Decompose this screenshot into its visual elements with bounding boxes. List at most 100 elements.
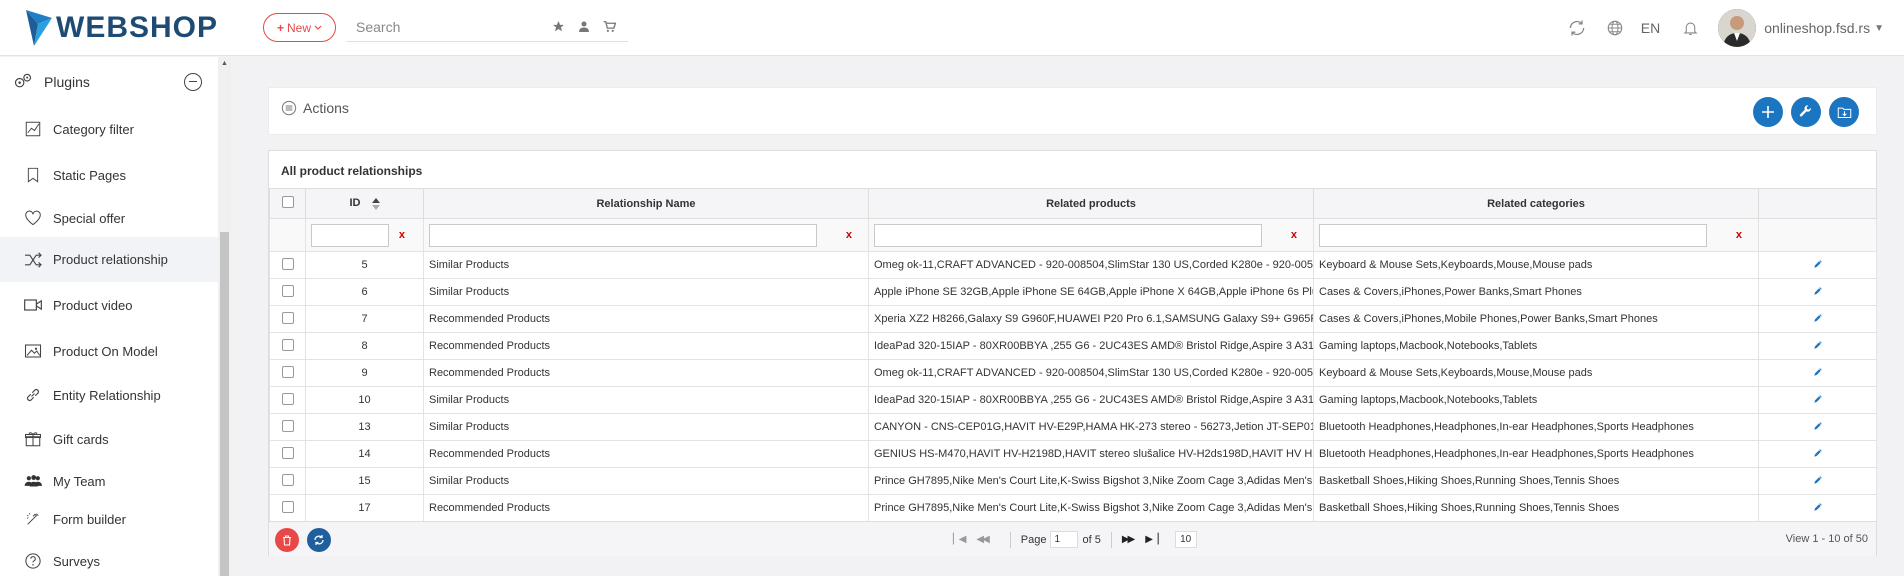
sort-icon[interactable] (371, 197, 380, 210)
row-select-cell[interactable] (269, 386, 306, 414)
sidebar-item-category-filter[interactable]: Category filter (0, 109, 218, 149)
table-row[interactable]: 15 Similar Products Prince GH7895,Nike Men… (269, 467, 1877, 495)
table-row[interactable]: 14 Recommended Products GENIUS HS-M470,HAV… (269, 440, 1877, 468)
delete-button[interactable] (275, 528, 299, 552)
row-select-cell[interactable] (269, 332, 306, 360)
records-view-info: View 1 - 10 of 50 (1785, 533, 1868, 545)
last-page-icon[interactable]: ▶▕ (1145, 534, 1158, 545)
sidebar-item-special-offer[interactable]: Special offer (0, 198, 218, 238)
refresh-button[interactable] (307, 528, 331, 552)
shop-name[interactable]: onlineshop.fsd.rs (1764, 20, 1870, 36)
name-filter-input[interactable] (429, 223, 817, 247)
table-row[interactable]: 9 Recommended Products Omeg ok-11,CRAFT AD… (269, 359, 1877, 387)
sidebar-item-entity-relationship[interactable]: Entity Relationship (0, 375, 218, 415)
pencil-icon[interactable] (1813, 502, 1823, 512)
avatar[interactable] (1718, 9, 1757, 47)
row-checkbox[interactable] (281, 365, 294, 378)
row-select-cell[interactable] (269, 278, 306, 306)
pencil-icon[interactable] (1813, 313, 1823, 323)
sidebar-item-product-on-model[interactable]: Product On Model (0, 331, 218, 371)
table-row[interactable]: 7 Recommended Products Xperia XZ2 H8266,Ga… (269, 305, 1877, 333)
bell-icon[interactable] (1678, 16, 1702, 40)
table-row[interactable]: 10 Similar Products IdeaPad 320-15IAP - 80… (269, 386, 1877, 414)
row-related-categories: Basketball Shoes,Hiking Shoes,Running Sh… (1313, 467, 1759, 495)
star-icon[interactable] (552, 20, 565, 33)
clear-id-filter-button[interactable]: x (399, 229, 405, 241)
select-all-header[interactable] (269, 188, 306, 219)
row-checkbox[interactable] (281, 419, 294, 432)
row-relationship-name: Recommended Products (423, 494, 869, 522)
select-all-checkbox[interactable] (281, 196, 294, 208)
pencil-icon[interactable] (1813, 448, 1823, 458)
import-folder-button[interactable] (1829, 97, 1859, 127)
clear-products-filter-button[interactable]: x (1291, 229, 1297, 241)
sidebar-item-static-pages[interactable]: Static Pages (0, 155, 218, 195)
row-select-cell[interactable] (269, 305, 306, 333)
row-select-cell[interactable] (269, 440, 306, 468)
clear-categories-filter-button[interactable]: x (1736, 229, 1742, 241)
table-row[interactable]: 8 Recommended Products IdeaPad 320-15IAP -… (269, 332, 1877, 360)
pencil-icon[interactable] (1813, 340, 1823, 350)
language-selector[interactable]: EN (1641, 20, 1660, 36)
add-button[interactable] (1753, 97, 1783, 127)
next-page-icon[interactable]: ▶▶ (1122, 534, 1135, 545)
actions-label[interactable]: Actions (281, 100, 349, 116)
collapse-icon[interactable] (184, 73, 202, 91)
table-row[interactable]: 17 Recommended Products Prince GH7895,Nike… (269, 494, 1877, 522)
page-number-input[interactable]: 1 (1050, 531, 1079, 548)
column-header-relationship-name[interactable]: Relationship Name (423, 188, 869, 219)
row-checkbox[interactable] (281, 284, 294, 297)
row-checkbox[interactable] (281, 392, 294, 405)
sidebar-section-plugins[interactable]: Plugins (0, 62, 218, 102)
row-checkbox[interactable] (281, 311, 294, 324)
scroll-up-arrow-icon[interactable]: ▲ (221, 60, 228, 67)
pencil-icon[interactable] (1813, 367, 1823, 377)
sidebar-item-surveys[interactable]: Surveys (0, 541, 218, 576)
webshop-logo[interactable]: WEBSHOP (24, 8, 218, 48)
row-select-cell[interactable] (269, 494, 306, 522)
row-checkbox[interactable] (281, 446, 294, 459)
products-filter-input[interactable] (874, 223, 1262, 247)
pencil-icon[interactable] (1813, 286, 1823, 296)
clear-name-filter-button[interactable]: x (846, 229, 852, 241)
table-row[interactable]: 5 Similar Products Omeg ok-11,CRAFT ADVANC… (269, 251, 1877, 279)
column-header-id[interactable]: ID (305, 188, 424, 219)
table-row[interactable]: 13 Similar Products CANYON - CNS-CEP01G,HA… (269, 413, 1877, 441)
caret-down-icon[interactable]: ▼ (1874, 23, 1884, 34)
pencil-icon[interactable] (1813, 394, 1823, 404)
row-select-cell[interactable] (269, 359, 306, 387)
row-checkbox[interactable] (281, 473, 294, 486)
row-select-cell[interactable] (269, 251, 306, 279)
scroll-thumb[interactable] (220, 232, 229, 576)
cart-icon[interactable] (603, 20, 616, 33)
new-button[interactable]: + New (263, 13, 336, 42)
page-size-select[interactable]: 10 (1174, 531, 1197, 548)
categories-filter-input[interactable] (1319, 223, 1707, 247)
pencil-icon[interactable] (1813, 475, 1823, 485)
pencil-icon[interactable] (1813, 259, 1823, 269)
sidebar-item-product-relationship[interactable]: Product relationship (0, 237, 218, 282)
table-row[interactable]: 6 Similar Products Apple iPhone SE 32GB,Ap… (269, 278, 1877, 306)
pencil-icon[interactable] (1813, 421, 1823, 431)
sidebar-item-my-team[interactable]: My Team (0, 461, 218, 501)
row-checkbox[interactable] (281, 500, 294, 513)
globe-icon[interactable] (1603, 16, 1627, 40)
sidebar-item-product-video[interactable]: Product video (0, 285, 218, 325)
column-header-related-products[interactable]: Related products (868, 188, 1314, 219)
column-header-related-categories[interactable]: Related categories (1313, 188, 1759, 219)
sync-icon[interactable] (1565, 16, 1589, 40)
row-checkbox[interactable] (281, 257, 294, 270)
user-icon[interactable] (578, 20, 590, 33)
first-page-icon[interactable]: ▏◀ (953, 534, 966, 545)
settings-button[interactable] (1791, 97, 1821, 127)
row-select-cell[interactable] (269, 467, 306, 495)
sidebar-item-gift-cards[interactable]: Gift cards (0, 419, 218, 459)
row-checkbox[interactable] (281, 338, 294, 351)
sidebar-scrollbar[interactable]: ▲ (218, 57, 231, 576)
row-edit-cell (1758, 440, 1877, 468)
prev-page-icon[interactable]: ◀◀ (976, 534, 989, 545)
row-select-cell[interactable] (269, 413, 306, 441)
id-filter-input[interactable] (311, 223, 389, 247)
search-input[interactable] (346, 18, 536, 35)
sidebar-item-form-builder[interactable]: Form builder (0, 499, 218, 539)
